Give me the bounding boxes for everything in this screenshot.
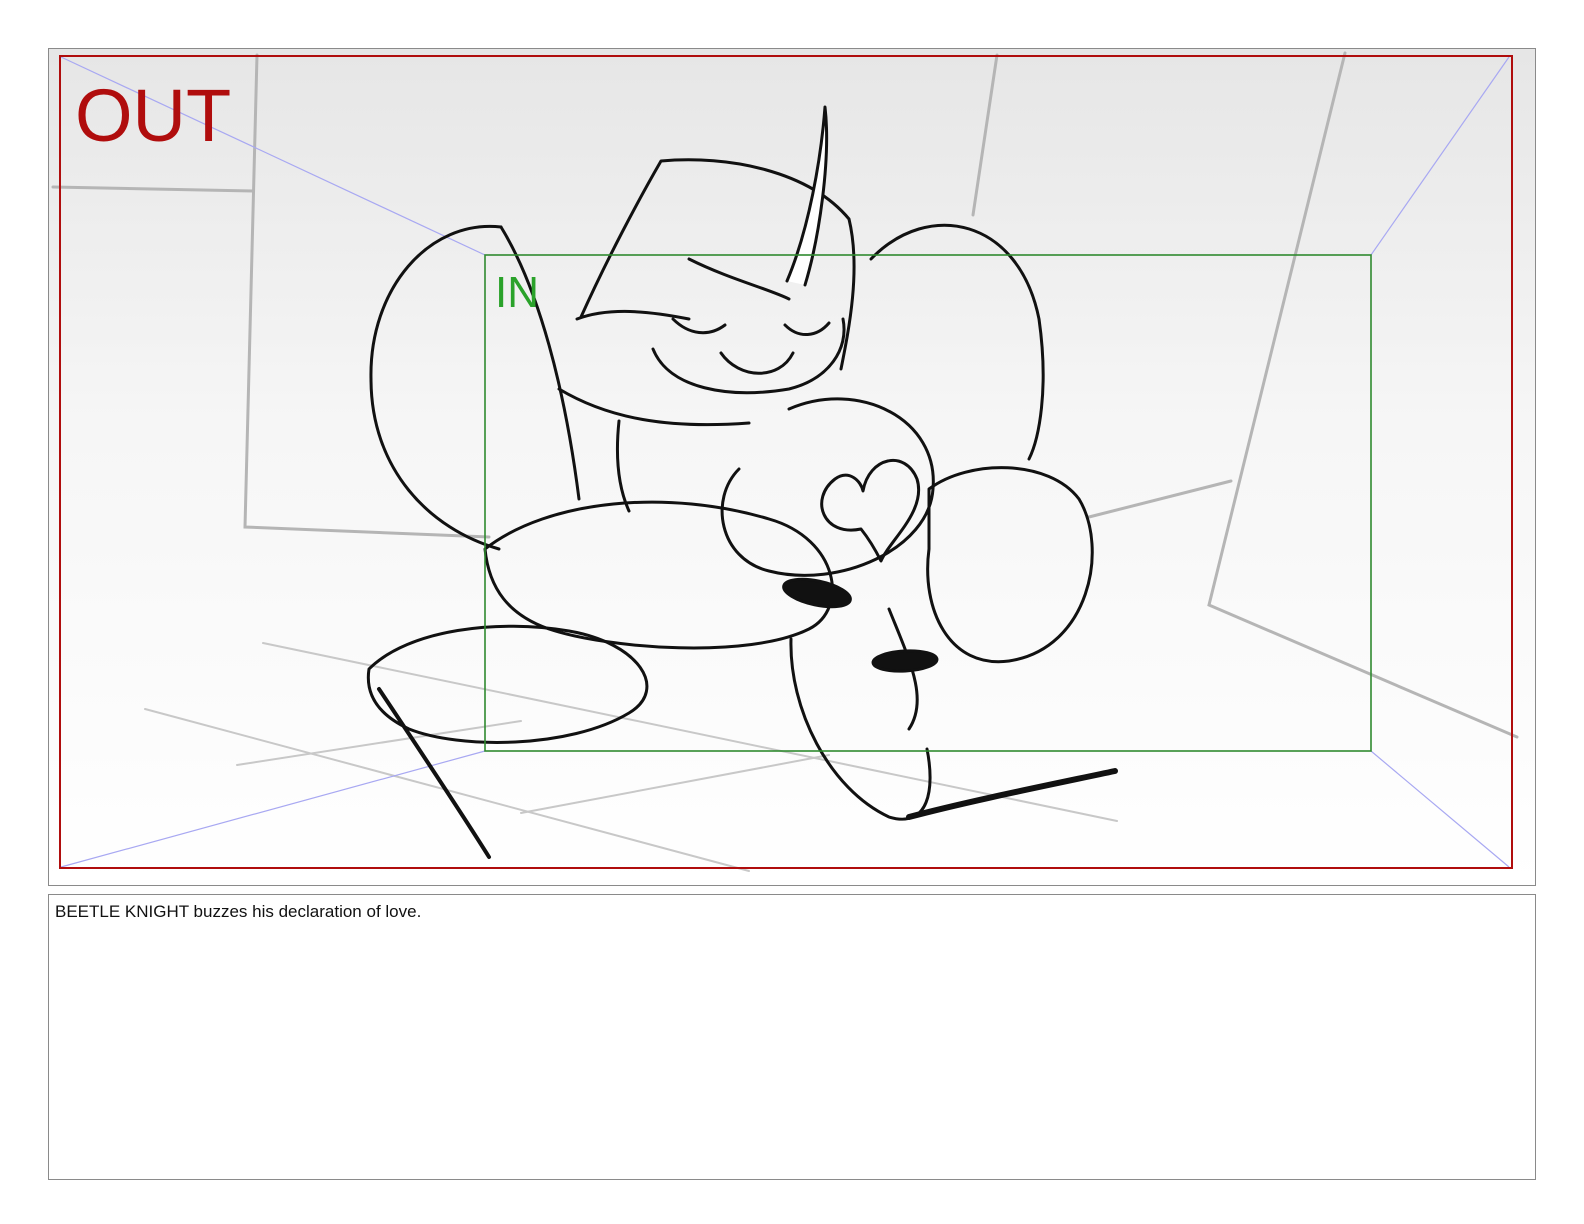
panel-sketch — [49, 49, 1535, 885]
storyboard-panel: OUT IN — [48, 48, 1536, 886]
in-frame-label: IN — [495, 268, 539, 317]
panel-notes-box[interactable]: BEETLE KNIGHT buzzes his declaration of … — [48, 894, 1536, 1180]
panel-description: BEETLE KNIGHT buzzes his declaration of … — [55, 902, 422, 921]
out-frame-label: OUT — [75, 74, 232, 157]
